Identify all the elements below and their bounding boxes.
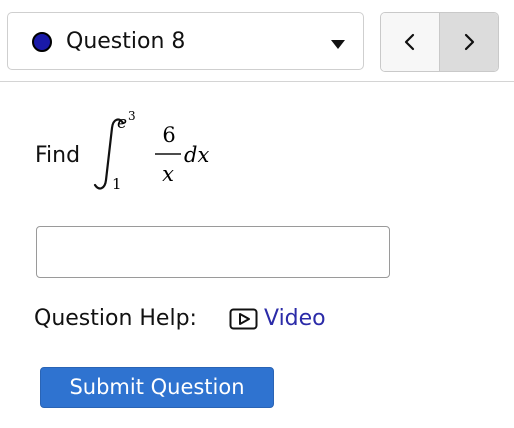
chevron-left-icon: [404, 33, 415, 51]
fraction-numerator: 6: [162, 123, 175, 147]
status-dot-icon: [32, 32, 52, 52]
integral-upper-exponent: 3: [128, 110, 136, 123]
chevron-right-icon: [464, 33, 475, 51]
question-help-label: Question Help:: [34, 306, 197, 331]
differential: dx: [184, 143, 209, 167]
submit-question-button[interactable]: Submit Question: [40, 367, 274, 408]
question-nav-group: [380, 12, 499, 72]
header-divider: [0, 81, 514, 82]
integral-expression: e 3 1 6 x dx: [93, 110, 209, 193]
question-selector-label: Question 8: [66, 29, 186, 54]
integral-upper-base: e: [117, 113, 127, 133]
answer-input[interactable]: [36, 226, 390, 278]
integral-lower-limit: 1: [112, 175, 122, 193]
question-selector[interactable]: Question 8: [7, 12, 364, 70]
caret-down-icon: [331, 40, 345, 49]
next-question-button[interactable]: [440, 13, 498, 71]
video-link-label: Video: [264, 306, 326, 331]
play-video-icon: [229, 308, 258, 330]
problem-prompt: Find: [35, 143, 81, 168]
previous-question-button[interactable]: [381, 13, 440, 71]
fraction-denominator: x: [162, 162, 174, 186]
